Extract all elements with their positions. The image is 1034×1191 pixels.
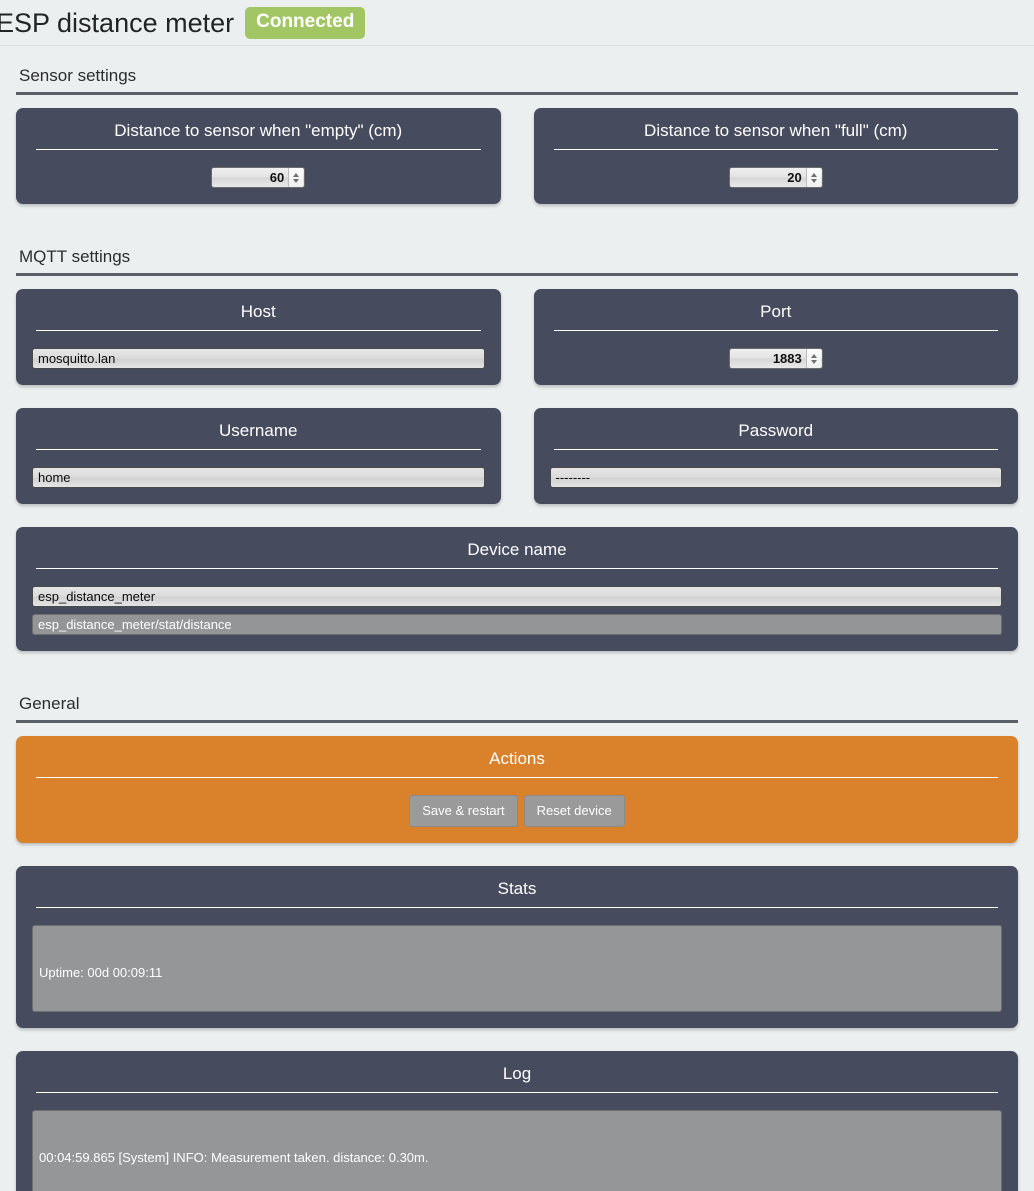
card-mqtt-username: Username home (16, 408, 501, 504)
section-divider-sensor (16, 92, 1018, 95)
mqtt-host-input[interactable]: mosquitto.lan (32, 348, 485, 369)
card-title-device-name: Device name (467, 540, 567, 559)
section-divider-general (16, 720, 1018, 723)
chevron-up-icon[interactable] (810, 353, 817, 358)
card-divider (36, 149, 481, 150)
distance-empty-stepper[interactable]: 60 (211, 167, 306, 188)
reset-device-button[interactable]: Reset device (523, 795, 625, 827)
mqtt-username-input[interactable]: home (32, 467, 485, 488)
section-title-sensor: Sensor settings (19, 66, 137, 85)
status-badge: Connected (245, 6, 366, 39)
card-mqtt-host: Host mosquitto.lan (16, 289, 501, 385)
stats-output: Uptime: 00d 00:09:11 Network: IP address… (32, 925, 1002, 1012)
mqtt-password-input[interactable]: -------- (549, 467, 1002, 488)
sensor-cards-row: Distance to sensor when "empty" (cm) 60 … (16, 108, 1018, 204)
distance-full-stepper[interactable]: 20 (728, 167, 823, 188)
field-wrap: 20 (550, 167, 1003, 188)
distance-empty-value[interactable]: 60 (216, 170, 288, 185)
card-actions: Actions Save & restart Reset device (16, 736, 1018, 843)
card-divider (36, 449, 481, 450)
card-divider (36, 330, 481, 331)
device-name-row: Device name esp_distance_meter esp_dista… (16, 527, 1018, 651)
device-topic-readonly: esp_distance_meter/stat/distance (32, 614, 1002, 635)
card-title-log: Log (502, 1064, 532, 1083)
chevron-down-icon[interactable] (810, 359, 817, 364)
page-root: ESP distance meter Connected Sensor sett… (0, 0, 1034, 1191)
card-title-distance-empty: Distance to sensor when "empty" (cm) (114, 121, 403, 140)
card-mqtt-port: Port 1883 (533, 289, 1018, 385)
card-title-port: Port (760, 302, 792, 321)
card-divider (553, 449, 998, 450)
stats-line-uptime: Uptime: 00d 00:09:11 (39, 965, 163, 980)
field-wrap: 60 (32, 167, 485, 188)
chevron-up-icon[interactable] (810, 172, 817, 177)
card-stats: Stats Uptime: 00d 00:09:11 Network: IP a… (16, 866, 1018, 1028)
spinner-icon[interactable] (288, 168, 304, 187)
actions-button-group: Save & restart Reset device (32, 795, 1002, 827)
card-title-distance-full: Distance to sensor when "full" (cm) (644, 121, 908, 140)
card-title-actions: Actions (489, 749, 545, 768)
device-name-fields: esp_distance_meter esp_distance_meter/st… (32, 586, 1002, 635)
card-divider (553, 149, 998, 150)
chevron-down-icon[interactable] (810, 178, 817, 183)
log-row: Log 00:04:59.865 [System] INFO: Measurem… (16, 1051, 1018, 1191)
card-divider (553, 330, 998, 331)
card-title-username: Username (219, 421, 298, 440)
card-title-host: Host (240, 302, 276, 321)
card-device-name: Device name esp_distance_meter esp_dista… (16, 527, 1018, 651)
app-header: ESP distance meter Connected (0, 0, 1034, 46)
section-divider-mqtt (16, 273, 1018, 276)
field-wrap: 1883 (550, 348, 1003, 369)
card-divider (36, 1092, 998, 1093)
chevron-up-icon[interactable] (293, 172, 300, 177)
page-content: Sensor settings Distance to sensor when … (0, 46, 1034, 1191)
card-distance-empty: Distance to sensor when "empty" (cm) 60 (16, 108, 501, 204)
section-title-mqtt: MQTT settings (19, 247, 131, 266)
save-restart-button[interactable]: Save & restart (409, 795, 518, 827)
page-title: ESP distance meter (0, 7, 235, 38)
card-divider (36, 568, 998, 569)
card-divider (36, 777, 998, 778)
actions-row: Actions Save & restart Reset device (16, 736, 1018, 843)
mqtt-host-port-row: Host mosquitto.lan Port 1883 (16, 289, 1018, 385)
mqtt-port-stepper[interactable]: 1883 (728, 348, 823, 369)
device-name-input[interactable]: esp_distance_meter (32, 586, 1002, 607)
section-title-general: General (19, 694, 80, 713)
log-line: 00:04:59.865 [System] INFO: Measurement … (39, 1150, 429, 1165)
mqtt-credentials-row: Username home Password -------- (16, 408, 1018, 504)
card-log: Log 00:04:59.865 [System] INFO: Measurem… (16, 1051, 1018, 1191)
card-mqtt-password: Password -------- (533, 408, 1018, 504)
chevron-down-icon[interactable] (293, 178, 300, 183)
card-divider (36, 907, 998, 908)
distance-full-value[interactable]: 20 (734, 170, 806, 185)
spinner-icon[interactable] (805, 349, 821, 368)
spinner-icon[interactable] (805, 168, 821, 187)
log-output[interactable]: 00:04:59.865 [System] INFO: Measurement … (32, 1110, 1002, 1191)
mqtt-port-value[interactable]: 1883 (734, 351, 806, 366)
card-title-stats: Stats (497, 879, 537, 898)
card-title-password: Password (738, 421, 814, 440)
card-distance-full: Distance to sensor when "full" (cm) 20 (533, 108, 1018, 204)
stats-row: Stats Uptime: 00d 00:09:11 Network: IP a… (16, 866, 1018, 1028)
